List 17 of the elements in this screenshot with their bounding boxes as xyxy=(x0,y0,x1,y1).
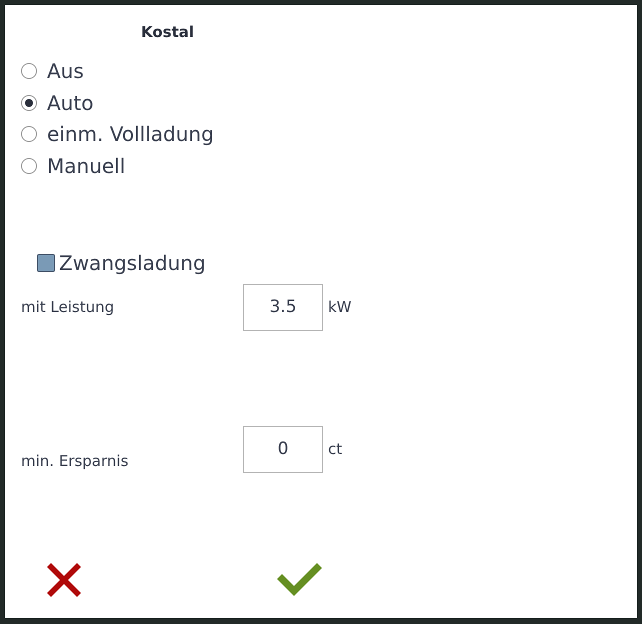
radio-button[interactable] xyxy=(21,126,37,142)
radio-label[interactable]: Auto xyxy=(47,88,94,118)
radio-label[interactable]: einm. Vollladung xyxy=(47,119,214,150)
field-label: min. Ersparnis xyxy=(21,450,130,472)
unit-label: ct xyxy=(328,438,342,460)
checkbox[interactable] xyxy=(37,254,55,272)
dialog-title: Kostal xyxy=(140,22,196,43)
radio-button[interactable] xyxy=(21,63,37,80)
checkbox-label[interactable]: Zwangsladung xyxy=(59,248,206,278)
input-field[interactable]: 0 xyxy=(243,426,323,472)
input-field[interactable]: 3.5 xyxy=(243,284,323,330)
unit-label: kW xyxy=(328,296,352,318)
field-label: mit Leistung xyxy=(21,296,116,318)
radio-button[interactable] xyxy=(21,94,37,111)
radio-label[interactable]: Manuell xyxy=(47,150,126,181)
radio-label[interactable]: Aus xyxy=(47,56,84,86)
radio-button[interactable] xyxy=(21,158,37,174)
